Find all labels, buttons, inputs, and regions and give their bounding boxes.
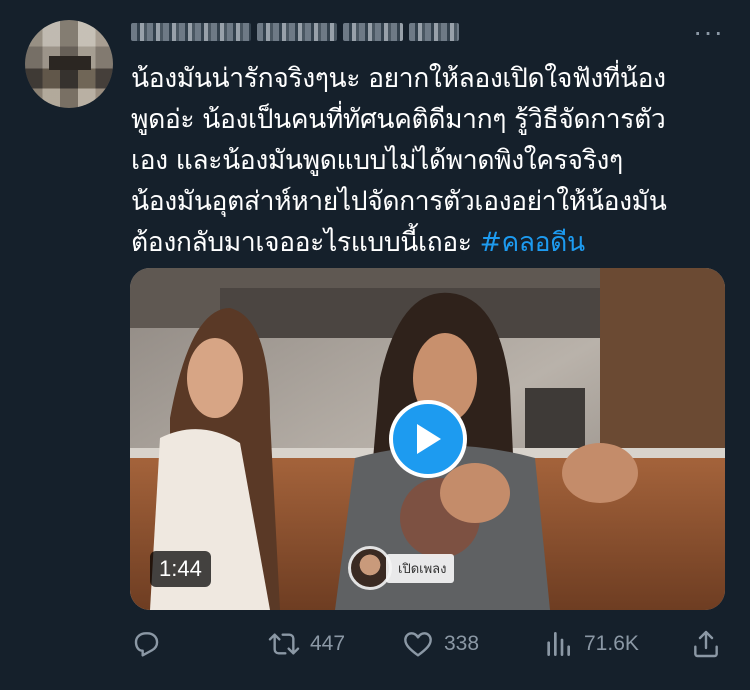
tweet-line: ต้องกลับมาเจออะไรแบบนี้เถอะ bbox=[131, 227, 472, 258]
tweet-line-last: ต้องกลับมาเจออะไรแบบนี้เถอะ #คลอดีน bbox=[131, 222, 731, 263]
reply-icon bbox=[134, 632, 159, 657]
like-icon bbox=[404, 632, 432, 657]
author-name-redacted[interactable] bbox=[131, 21, 459, 43]
play-icon bbox=[417, 424, 441, 454]
tweet-text: น้องมันน่ารักจริงๆนะ อยากให้ลองเปิดใจฟัง… bbox=[131, 58, 731, 263]
watermark-label: เปิดเพลง bbox=[386, 553, 455, 583]
like-count: 338 bbox=[444, 632, 480, 655]
views-button[interactable]: 71.6K bbox=[542, 622, 639, 666]
retweet-icon bbox=[268, 633, 300, 655]
tweet-actions: 447 338 71.6K bbox=[130, 622, 730, 666]
more-icon[interactable]: ··· bbox=[693, 18, 724, 46]
hashtag-link[interactable]: #คลอดีน bbox=[480, 227, 585, 258]
channel-watermark: เปิดเพลง bbox=[348, 546, 455, 590]
video-duration: 1:44 bbox=[150, 551, 211, 587]
retweet-button[interactable]: 447 bbox=[268, 622, 345, 666]
reply-button[interactable] bbox=[130, 622, 172, 666]
tweet-line: น้องมันอุตส่าห์หายไปจัดการตัวเองอย่าให้น… bbox=[131, 186, 667, 217]
views-icon bbox=[547, 632, 570, 656]
avatar[interactable] bbox=[25, 20, 113, 108]
retweet-count: 447 bbox=[310, 632, 346, 655]
tweet-line: เอง และน้องมันพูดแบบไม่ได้พาดพิงใครจริงๆ bbox=[131, 145, 623, 176]
share-button[interactable] bbox=[690, 622, 722, 666]
tweet-line: น้องมันน่ารักจริงๆนะ อยากให้ลองเปิดใจฟัง… bbox=[131, 63, 666, 94]
views-count: 71.6K bbox=[584, 632, 639, 655]
video-player[interactable]: 1:44 เปิดเพลง bbox=[130, 268, 725, 610]
play-button[interactable] bbox=[389, 400, 467, 478]
like-button[interactable]: 338 bbox=[402, 622, 479, 666]
share-icon bbox=[694, 630, 718, 658]
tweet-line: พูดอ่ะ น้องเป็นคนที่ทัศนคติดีมากๆ รู้วิธ… bbox=[131, 104, 666, 135]
